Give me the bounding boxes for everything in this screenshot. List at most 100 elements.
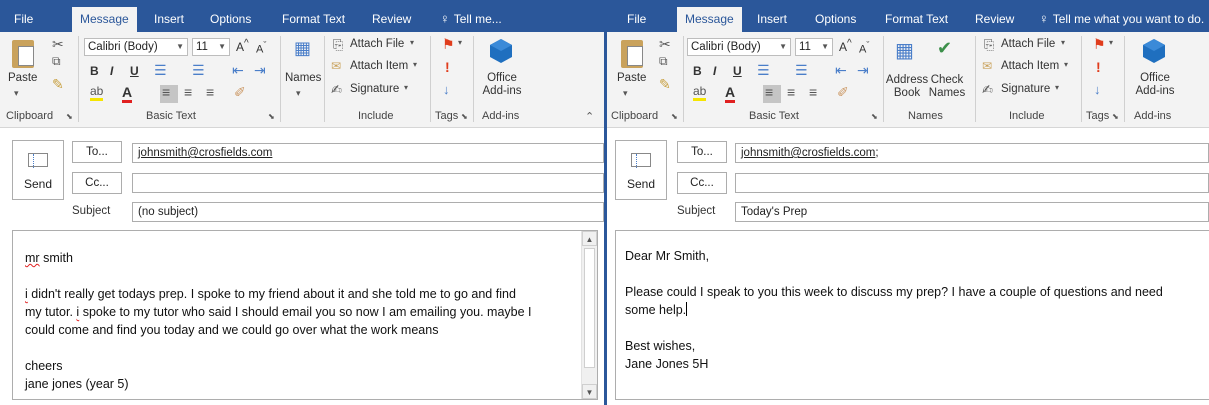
font-name-combo[interactable]: Calibri (Body) ▼ [687,38,791,56]
chevron-down-icon[interactable]: ▾ [404,83,408,92]
signature-icon[interactable]: ✍ [982,82,993,98]
cut-icon[interactable]: ✂ [659,36,671,53]
office-addins-label[interactable]: Office Add-ins [1135,72,1175,98]
importance-low-icon[interactable]: ↓ [1094,82,1101,97]
attach-item-label[interactable]: Attach Item [1001,60,1059,72]
message-body[interactable]: mr smith i didn't really get todays prep… [12,230,598,400]
address-book-button[interactable]: Address Book [885,74,929,100]
outdent-icon[interactable]: ⇥ [857,62,869,79]
check-names-icon[interactable]: ✔ [937,38,952,59]
basic-text-launcher-icon[interactable]: ⬊ [871,112,878,121]
signature-label[interactable]: Signature [1001,83,1050,95]
format-painter-icon[interactable]: ✎ [659,76,671,93]
copy-icon[interactable]: ⧉ [659,54,668,69]
basic-text-launcher-icon[interactable]: ⬊ [268,112,275,121]
align-center-icon[interactable]: ≡ [787,84,795,100]
tags-launcher-icon[interactable]: ⬊ [461,112,468,121]
flag-icon[interactable]: ⚑ [442,36,455,53]
scroll-down-icon[interactable]: ▼ [582,384,597,399]
underline-icon[interactable]: U [733,64,742,78]
numbering-icon[interactable]: ☰ [795,62,808,79]
tab-format-text[interactable]: Format Text [885,8,948,32]
importance-high-icon[interactable]: ! [445,59,450,75]
paste-label[interactable]: Paste [617,72,646,84]
tags-launcher-icon[interactable]: ⬊ [1112,112,1119,121]
tab-format-text[interactable]: Format Text [282,8,345,32]
chevron-down-icon[interactable]: ▾ [1055,83,1059,92]
shrink-font-icon[interactable]: Aˇ [859,40,869,56]
copy-icon[interactable]: ⧉ [52,54,61,69]
font-color-icon[interactable]: A [122,84,133,103]
italic-icon[interactable]: I [110,64,113,78]
tell-me-box[interactable]: ♀ Tell me... [440,8,502,32]
paste-icon[interactable] [621,40,643,68]
cc-field[interactable] [735,173,1209,193]
office-addins-label[interactable]: Office Add-ins [482,72,522,98]
to-field[interactable]: johnsmith@crosfields.com [132,143,604,163]
attach-file-label[interactable]: Attach File [1001,38,1055,50]
numbering-icon[interactable]: ☰ [192,62,205,79]
chevron-down-icon[interactable]: ▾ [1109,38,1113,47]
misspelled-word[interactable]: i [76,305,79,319]
tab-file[interactable]: File [14,8,33,32]
scroll-up-icon[interactable]: ▲ [582,231,597,246]
to-field[interactable]: johnsmith@crosfields.com; [735,143,1209,163]
cc-button[interactable]: Cc... [72,172,122,194]
tab-file[interactable]: File [627,8,646,32]
align-right-icon[interactable]: ≡ [206,84,214,100]
to-button[interactable]: To... [72,141,122,163]
signature-icon[interactable]: ✍ [331,82,342,98]
align-center-icon[interactable]: ≡ [184,84,192,100]
scroll-thumb[interactable] [584,248,595,368]
align-left-icon[interactable]: ≡ [765,84,773,100]
paste-dropdown-icon[interactable]: ▾ [14,88,19,99]
to-recipient[interactable]: johnsmith@crosfields.com [741,147,875,159]
paste-icon[interactable] [12,40,34,68]
italic-icon[interactable]: I [713,64,716,78]
tab-review[interactable]: Review [372,8,411,32]
chevron-down-icon[interactable]: ▾ [1061,38,1065,47]
align-right-icon[interactable]: ≡ [809,84,817,100]
outdent-icon[interactable]: ⇥ [254,62,266,79]
to-recipient[interactable]: johnsmith@crosfields.com [138,147,272,159]
check-names-button[interactable]: Check Names [927,74,967,100]
importance-low-icon[interactable]: ↓ [443,82,450,97]
send-button[interactable]: Send [12,140,64,200]
grow-font-icon[interactable]: A^ [839,38,852,54]
clear-format-icon[interactable]: ✐ [234,84,246,101]
flag-icon[interactable]: ⚑ [1093,36,1106,53]
chevron-down-icon[interactable]: ▾ [296,88,301,99]
font-size-combo[interactable]: 11 ▼ [795,38,833,56]
office-addins-icon[interactable] [1141,38,1167,64]
shrink-font-icon[interactable]: Aˇ [256,40,266,56]
grow-font-icon[interactable]: A^ [236,38,249,54]
indent-icon[interactable]: ⇤ [232,62,244,79]
clear-format-icon[interactable]: ✐ [837,84,849,101]
address-book-icon[interactable]: ▦ [895,38,914,63]
attach-item-icon[interactable]: ✉ [331,59,341,73]
font-name-combo[interactable]: Calibri (Body) ▼ [84,38,188,56]
collapse-ribbon-icon[interactable]: ⌃ [585,110,594,123]
align-left-icon[interactable]: ≡ [162,84,170,100]
office-addins-icon[interactable] [488,38,514,64]
tab-message[interactable]: Message [72,7,137,33]
format-painter-icon[interactable]: ✎ [52,76,64,93]
vertical-scrollbar[interactable]: ▲ ▼ [581,231,597,399]
signature-label[interactable]: Signature [350,83,399,95]
clipboard-launcher-icon[interactable]: ⬊ [671,112,678,121]
tab-message[interactable]: Message [677,7,742,33]
tab-options[interactable]: Options [210,8,251,32]
attach-file-icon[interactable]: ⎘ [984,37,994,53]
message-body[interactable]: Dear Mr Smith, Please could I speak to y… [615,230,1209,400]
attach-item-label[interactable]: Attach Item [350,60,408,72]
font-color-icon[interactable]: A [725,84,736,103]
chevron-down-icon[interactable]: ▾ [410,38,414,47]
cc-field[interactable] [132,173,604,193]
underline-icon[interactable]: U [130,64,139,78]
misspelled-word[interactable]: mr [25,251,40,265]
to-button[interactable]: To... [677,141,727,163]
attach-item-icon[interactable]: ✉ [982,59,992,73]
chevron-down-icon[interactable]: ▾ [1064,60,1068,69]
names-label[interactable]: Names [285,72,321,84]
attach-file-icon[interactable]: ⎘ [333,37,343,53]
